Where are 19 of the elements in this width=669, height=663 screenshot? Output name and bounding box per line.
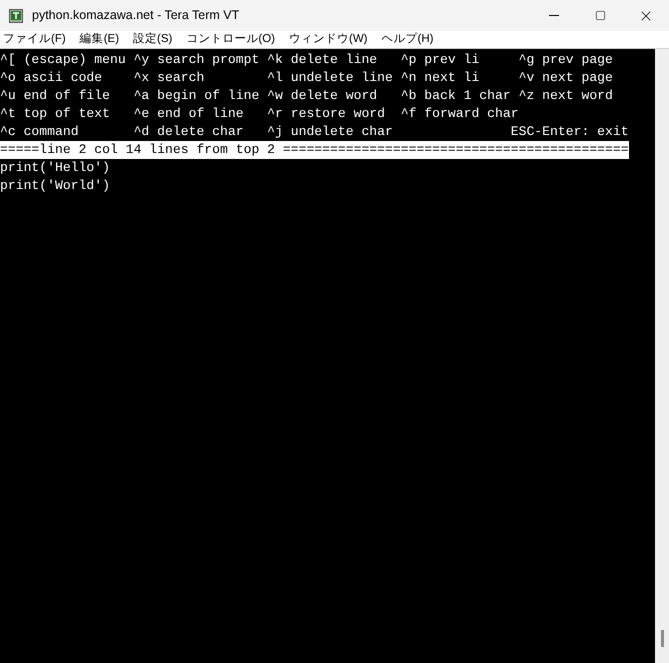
code-line: print('World') <box>0 177 110 195</box>
menu-item[interactable]: ウィンドウ(W) <box>284 30 372 48</box>
scrollbar[interactable] <box>655 49 669 663</box>
menu-item[interactable]: コントロール(O) <box>182 30 279 48</box>
scrollbar-thumb[interactable] <box>660 630 664 647</box>
help-line: ^c command ^d delete char ^j undelete char ESC-Enter: exit <box>0 123 629 141</box>
help-line: ^o ascii code ^x search ^l undelete line ^n next li ^v next page <box>0 69 613 87</box>
menu-item[interactable]: ヘルプ(H) <box>378 30 438 48</box>
menu-item[interactable]: 設定(S) <box>129 30 176 48</box>
help-line: ^t top of text ^e end of line ^r restore word ^f forward char <box>0 105 519 123</box>
terminal-app-icon <box>9 8 23 22</box>
help-line: ^u end of file ^a begin of line ^w delete word ^b back 1 char ^z next word <box>0 87 613 105</box>
window-title: python.komazawa.net - Tera Term VT <box>32 7 240 24</box>
menu-item[interactable]: 編集(E) <box>76 30 124 48</box>
maximize-icon <box>594 10 606 21</box>
menu-item[interactable]: ファイル(F) <box>0 30 70 48</box>
help-line: ^[ (escape) menu ^y search prompt ^k delete line ^p prev li ^g prev page <box>0 51 613 69</box>
minimize-icon <box>549 15 559 16</box>
code-line: print('Hello') <box>0 159 110 177</box>
